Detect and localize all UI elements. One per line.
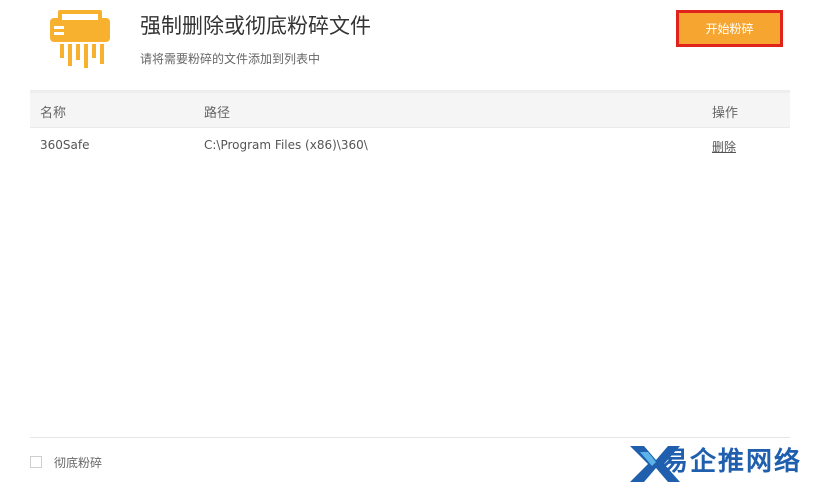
table-row[interactable]: 360Safe C:\Program Files (x86)\360\ 删除 xyxy=(30,127,790,164)
shred-thoroughly-checkbox[interactable] xyxy=(30,456,42,468)
header: 强制删除或彻底粉碎文件 请将需要粉碎的文件添加到列表中 开始粉碎 xyxy=(0,0,820,90)
file-path: C:\Program Files (x86)\360\ xyxy=(204,138,368,152)
column-header-path: 路径 xyxy=(204,106,231,121)
page-title: 强制删除或彻底粉碎文件 xyxy=(140,14,371,38)
file-table: 名称 路径 操作 360Safe C:\Program Files (x86)\… xyxy=(30,93,790,164)
checkbox-label[interactable]: 彻底粉碎 xyxy=(54,454,102,471)
file-name: 360Safe xyxy=(40,138,90,152)
delete-link[interactable]: 删除 xyxy=(712,138,736,155)
column-header-name: 名称 xyxy=(40,106,67,121)
shredder-icon xyxy=(50,10,110,68)
table-header: 名称 路径 操作 xyxy=(30,93,790,127)
column-header-action: 操作 xyxy=(712,106,739,121)
start-shred-button[interactable]: 开始粉碎 xyxy=(676,10,783,47)
page-subtitle: 请将需要粉碎的文件添加到列表中 xyxy=(140,52,321,66)
watermark-text: 易企推网络 xyxy=(662,447,803,477)
